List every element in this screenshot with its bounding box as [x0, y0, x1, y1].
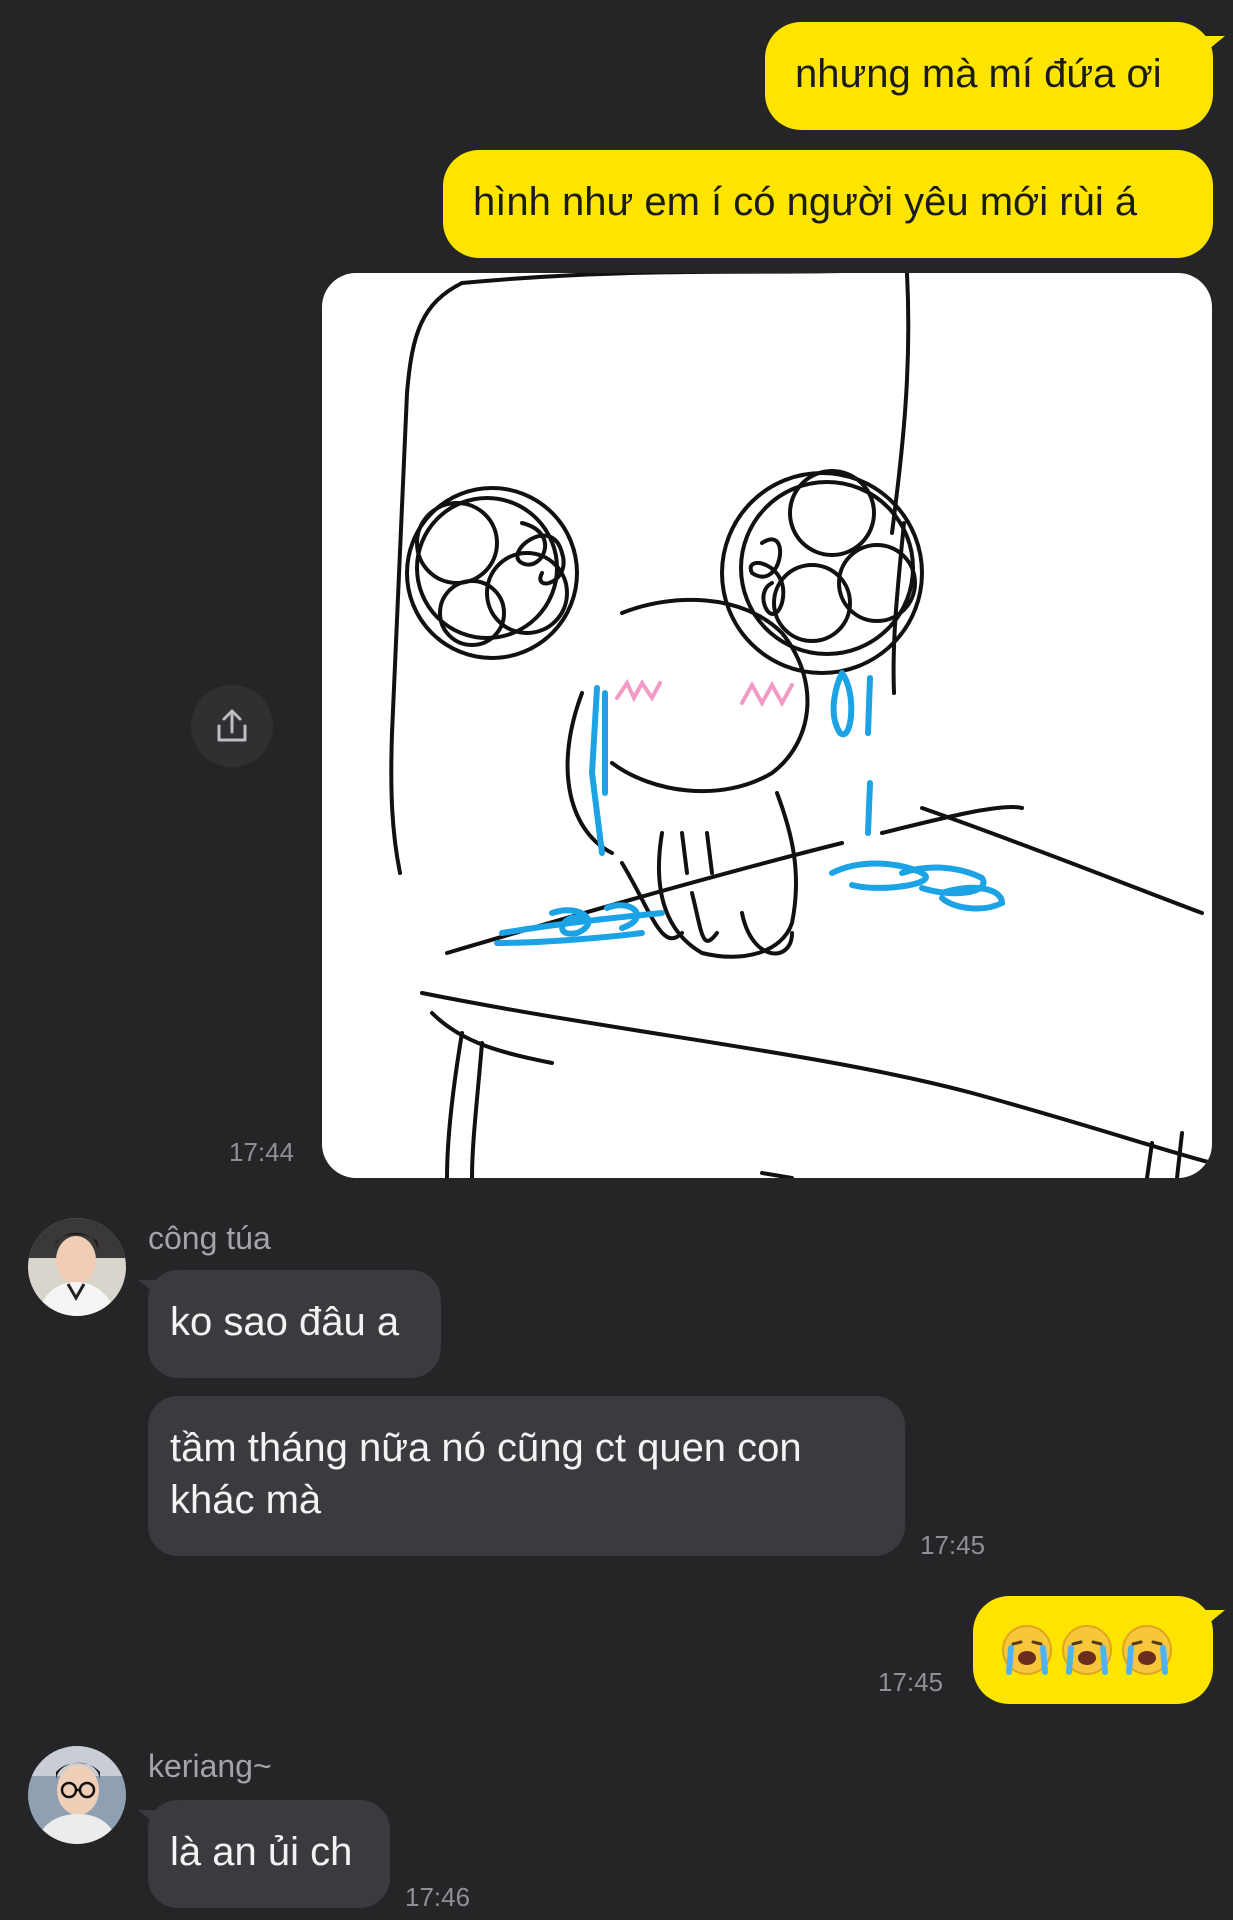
message-text: hình như em í có người yêu mới rùi á: [473, 180, 1138, 224]
message-text: ko sao đâu a: [170, 1300, 400, 1344]
timestamp: 17:45: [920, 1530, 986, 1560]
timestamp: 17:44: [229, 1137, 295, 1167]
share-button[interactable]: [191, 685, 273, 767]
loudly-crying-face-icon: [1062, 1625, 1112, 1676]
loudly-crying-face-icon: [1122, 1625, 1172, 1676]
crying-character-drawing: [389, 273, 1212, 1178]
avatar-photo: [28, 1746, 126, 1844]
message-text-line: tầm tháng nữa nó cũng ct quen con: [170, 1426, 802, 1470]
avatar-photo: [28, 1218, 126, 1316]
message-text: là an ủi ch: [170, 1830, 353, 1874]
avatar[interactable]: [28, 1746, 126, 1844]
timestamp: 17:45: [878, 1667, 944, 1697]
sender-name: công túa: [148, 1220, 271, 1256]
avatar[interactable]: [28, 1218, 126, 1316]
incoming-message-bubble[interactable]: ko sao đâu a: [138, 1270, 441, 1378]
outgoing-message-bubble[interactable]: nhưng mà mí đứa ơi: [765, 22, 1225, 130]
share-icon: [217, 709, 247, 742]
image-message[interactable]: [322, 273, 1212, 1178]
emoji-group: [997, 1625, 1177, 1676]
sender-name: keriang~: [148, 1748, 272, 1784]
bubble-tail: [138, 1810, 158, 1826]
outgoing-message-bubble[interactable]: [973, 1596, 1225, 1704]
timestamp: 17:46: [405, 1882, 471, 1912]
bubble-tail: [1203, 1610, 1225, 1628]
outgoing-message-bubble[interactable]: hình như em í có người yêu mới rùi á: [443, 150, 1213, 258]
message-text-line: khác mà: [170, 1478, 322, 1522]
message-text: nhưng mà mí đứa ơi: [795, 52, 1162, 96]
loudly-crying-face-icon: [1002, 1625, 1052, 1676]
bubble-tail: [1203, 36, 1225, 54]
incoming-message-bubble[interactable]: tầm tháng nữa nó cũng ct quen con khác m…: [148, 1396, 905, 1556]
bubble-tail: [138, 1280, 158, 1296]
incoming-message-bubble[interactable]: là an ủi ch: [138, 1800, 390, 1908]
